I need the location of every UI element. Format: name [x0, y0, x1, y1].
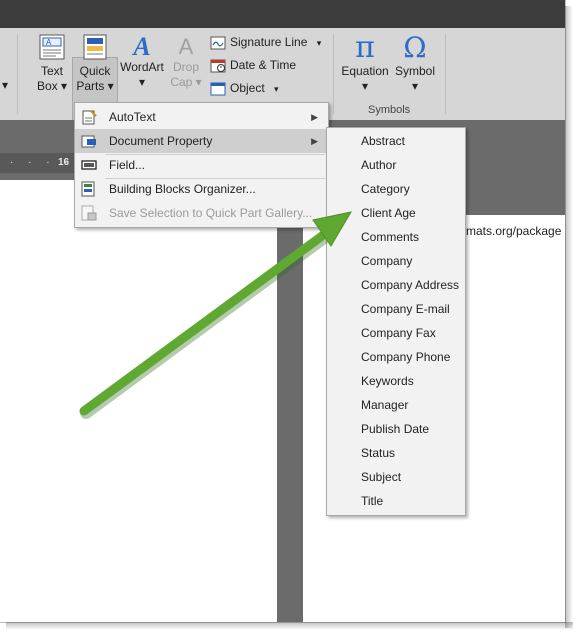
property-label: Subject	[361, 470, 402, 484]
ribbon-partial-dropdown-icon[interactable]: ▾	[0, 78, 12, 93]
property-label: Abstract	[361, 134, 406, 148]
property-label: Status	[361, 446, 396, 460]
signature-line-dropdown-icon: ▾	[316, 38, 322, 48]
object-dropdown-icon: ▾	[274, 84, 279, 94]
property-subject[interactable]: Subject	[327, 465, 465, 489]
frame-shadow-right	[565, 6, 573, 628]
frame-shadow-bottom	[6, 622, 573, 630]
signature-line-button[interactable]: Signature Line ▾	[210, 32, 321, 52]
symbol-dropdown-icon: ▾	[411, 79, 419, 93]
property-label: Company E-mail	[361, 302, 450, 316]
object-icon	[210, 82, 226, 96]
property-label: Company	[361, 254, 413, 268]
menu-item-label: Field...	[109, 158, 146, 172]
wordart-icon: A	[133, 32, 151, 61]
symbol-button[interactable]: Ω Symbol ▾	[392, 32, 438, 94]
equation-label: Equation	[341, 64, 389, 78]
text-box-label-2: Box ▾	[36, 79, 68, 93]
menu-item-label: Document Property	[109, 134, 213, 148]
menu-item-field[interactable]: Field...	[75, 153, 328, 177]
wordart-dropdown-icon: ▾	[138, 75, 146, 89]
menu-item-label: Save Selection to Quick Part Gallery...	[109, 206, 313, 220]
pi-icon: π	[355, 30, 375, 65]
document-text-url: rmats.org/package	[462, 224, 562, 238]
menu-item-autotext[interactable]: AutoText ▶	[75, 105, 328, 129]
menu-item-building-blocks-organizer[interactable]: Building Blocks Organizer...	[75, 177, 328, 201]
document-property-submenu: Abstract Author Category Client Age Comm…	[326, 127, 466, 516]
quick-parts-label-1: Quick	[79, 64, 111, 78]
text-box-icon: A	[39, 34, 65, 60]
date-time-label: Date & Time	[230, 58, 297, 72]
menu-item-save-selection[interactable]: Save Selection to Quick Part Gallery...	[75, 201, 328, 225]
group-separator	[333, 34, 334, 114]
field-icon	[81, 160, 97, 170]
property-client-age[interactable]: Client Age	[327, 201, 465, 225]
property-label: Publish Date	[361, 422, 430, 436]
wordart-label: WordArt	[120, 60, 164, 74]
drop-cap-button[interactable]: A Drop Cap ▾	[168, 34, 204, 90]
submenu-arrow-icon: ▶	[311, 136, 318, 146]
building-blocks-icon	[81, 181, 95, 197]
property-author[interactable]: Author	[327, 153, 465, 177]
equation-dropdown-icon: ▾	[361, 79, 369, 93]
property-label: Company Phone	[361, 350, 451, 364]
autotext-icon	[82, 110, 97, 125]
drop-cap-label-1: Drop	[172, 60, 199, 74]
property-abstract[interactable]: Abstract	[327, 129, 465, 153]
property-label: Company Fax	[361, 326, 436, 340]
menu-item-label: AutoText	[109, 110, 156, 124]
quick-parts-menu: AutoText ▶ Document Property ▶ Field...	[74, 102, 329, 228]
property-company-email[interactable]: Company E-mail	[327, 297, 465, 321]
submenu-arrow-icon: ▶	[311, 112, 318, 122]
property-label: Client Age	[361, 206, 416, 220]
group-separator	[445, 34, 446, 114]
ruler-mark: 16	[58, 157, 70, 168]
word-window: ▾ A Text Box ▾ Quick Parts ▾ A WordArt ▾…	[0, 0, 566, 623]
document-property-icon	[81, 135, 96, 148]
text-box-button[interactable]: A Text Box ▾	[34, 34, 70, 94]
omega-icon: Ω	[403, 31, 427, 64]
property-company-fax[interactable]: Company Fax	[327, 321, 465, 345]
property-label: Comments	[361, 230, 420, 244]
property-label: Company Address	[361, 278, 460, 292]
quick-parts-content[interactable]: Quick Parts ▾	[73, 34, 117, 94]
date-time-button[interactable]: Date & Time	[210, 55, 296, 75]
signature-line-icon	[210, 36, 226, 50]
property-publish-date[interactable]: Publish Date	[327, 417, 465, 441]
object-label: Object	[230, 81, 265, 95]
property-label: Category	[361, 182, 410, 196]
drop-cap-icon: A	[178, 34, 194, 59]
document-page[interactable]	[0, 180, 277, 622]
property-comments[interactable]: Comments	[327, 225, 465, 249]
drop-cap-label-2: Cap ▾	[170, 75, 202, 89]
property-company-phone[interactable]: Company Phone	[327, 345, 465, 369]
property-label: Manager	[361, 398, 409, 412]
svg-text:A: A	[46, 38, 52, 47]
menu-item-document-property[interactable]: Document Property ▶	[75, 129, 328, 153]
save-selection-icon	[81, 205, 97, 221]
group-separator	[17, 34, 18, 114]
property-label: Author	[361, 158, 397, 172]
property-title[interactable]: Title	[327, 489, 465, 513]
property-category[interactable]: Category	[327, 177, 465, 201]
object-button[interactable]: Object ▾	[210, 78, 279, 98]
property-company[interactable]: Company	[327, 249, 465, 273]
symbols-group-label: Symbols	[368, 104, 411, 116]
text-box-label-1: Text	[40, 64, 63, 78]
signature-line-label: Signature Line	[230, 35, 308, 49]
date-time-icon	[210, 59, 226, 73]
property-keywords[interactable]: Keywords	[327, 369, 465, 393]
property-label: Keywords	[361, 374, 414, 388]
title-bar	[0, 0, 565, 28]
quick-parts-label-2: Parts ▾	[76, 79, 114, 93]
property-company-address[interactable]: Company Address	[327, 273, 465, 297]
equation-button[interactable]: π Equation ▾	[340, 32, 390, 94]
property-label: Title	[361, 494, 384, 508]
symbol-label: Symbol	[394, 64, 435, 78]
quick-parts-icon	[83, 34, 107, 60]
menu-item-label: Building Blocks Organizer...	[109, 182, 256, 196]
property-status[interactable]: Status	[327, 441, 465, 465]
wordart-button[interactable]: A WordArt ▾	[118, 34, 166, 90]
property-manager[interactable]: Manager	[327, 393, 465, 417]
